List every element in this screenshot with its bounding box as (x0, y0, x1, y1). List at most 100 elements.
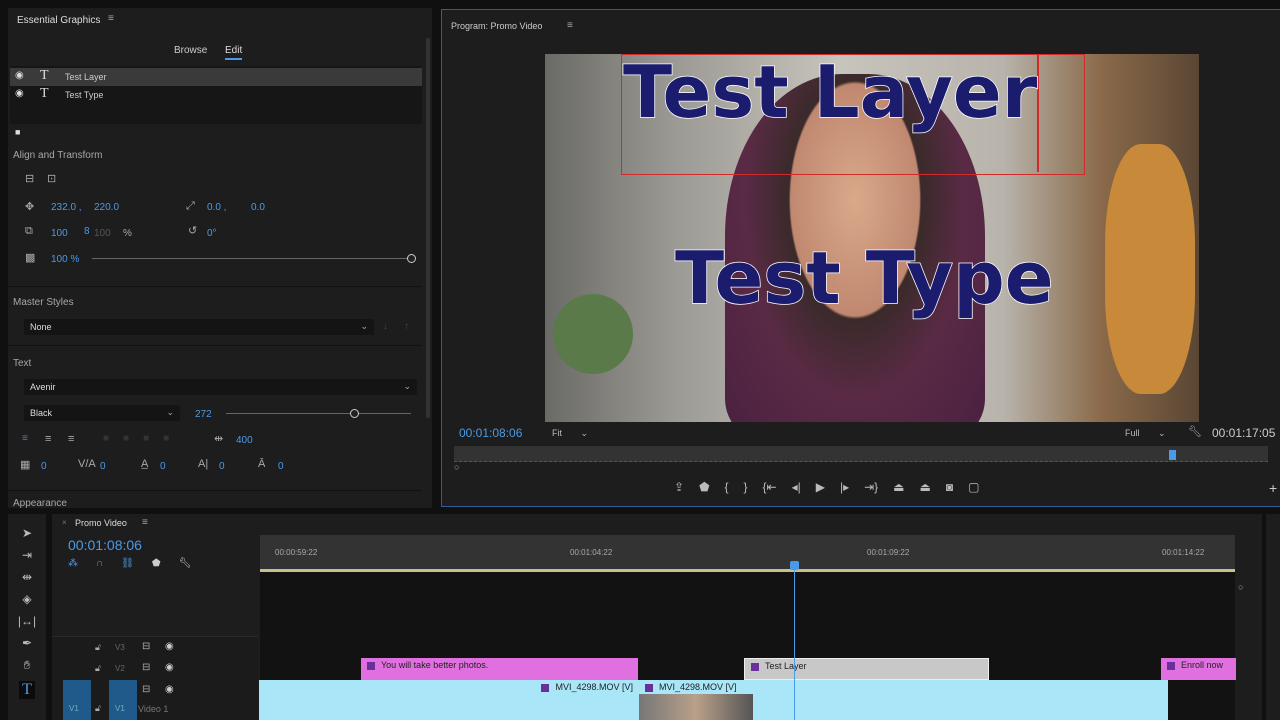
link-icon[interactable]: 8 (84, 226, 90, 237)
panel-menu-icon[interactable]: ≡ (142, 517, 148, 528)
track-target-v1[interactable]: V1 (109, 680, 137, 720)
position-y[interactable]: 220.0 (94, 202, 119, 213)
push-style-icon[interactable]: ↓ (383, 321, 388, 332)
razor-tool-icon[interactable]: ◈ (22, 592, 31, 606)
layer-row[interactable]: ◉ T Test Layer (10, 68, 422, 86)
wrench-icon[interactable]: 🔧︎ (1188, 425, 1202, 438)
font-size-value[interactable]: 272 (195, 409, 212, 420)
lift-icon[interactable]: ⏏ (893, 480, 904, 494)
sync-lock-icon[interactable]: ⊟ (142, 641, 150, 652)
tab-edit[interactable]: Edit (225, 45, 243, 60)
snap-icon[interactable]: ∩ (96, 558, 103, 569)
master-styles-dropdown[interactable]: None ⌄ (24, 319, 374, 335)
sequence-tab[interactable]: Promo Video (75, 518, 127, 528)
panel-menu-icon[interactable]: ≡ (108, 13, 114, 24)
font-size-slider[interactable] (226, 413, 411, 414)
nest-icon[interactable]: ⁂ (68, 558, 78, 569)
mark-out-icon[interactable]: } (744, 480, 748, 494)
font-style-dropdown[interactable]: Black ⌄ (24, 405, 180, 421)
eye-icon[interactable]: ◉ (165, 684, 174, 695)
scroll-knob-icon[interactable]: ○ (1238, 582, 1243, 592)
rotation-value[interactable]: 0° (207, 228, 217, 239)
leading-value[interactable]: 0 (100, 461, 106, 472)
opacity-slider[interactable] (92, 258, 412, 259)
tab-browse[interactable]: Browse (174, 45, 207, 56)
clip-graphic[interactable]: You will take better photos. (361, 658, 638, 680)
marker-icon[interactable]: ⬟ (699, 480, 709, 494)
scale-value[interactable]: 100 (51, 228, 68, 239)
caps-value[interactable]: 0 (278, 461, 284, 472)
source-patch-v1[interactable]: V1 (63, 680, 91, 720)
camera-icon[interactable]: ◙ (946, 480, 953, 494)
tsume-value[interactable]: 0 (219, 461, 225, 472)
clip-video[interactable]: MVI_4298.MOV [V] (639, 680, 1168, 720)
pen-tool-icon[interactable]: ✒ (22, 636, 32, 650)
kerning-value[interactable]: 0 (41, 461, 47, 472)
add-button-icon[interactable]: + (1269, 480, 1277, 496)
panel-title[interactable]: Program: Promo Video (451, 21, 542, 31)
anchor-y[interactable]: 0.0 (251, 202, 265, 213)
font-dropdown[interactable]: Avenir ⌄ (24, 379, 417, 395)
close-icon[interactable]: × (62, 518, 67, 527)
clip-graphic[interactable]: Enroll now (1161, 658, 1236, 680)
mark-in-icon[interactable]: { (725, 480, 729, 494)
new-layer-icon[interactable]: ■ (15, 127, 20, 137)
export-icon[interactable]: ⇪ (674, 480, 684, 494)
type-tool-icon[interactable]: T (19, 681, 35, 699)
panel-scrollbar[interactable] (426, 38, 430, 418)
scale-linked-value[interactable]: 100 (94, 228, 111, 239)
tracking-value[interactable]: 400 (236, 435, 253, 446)
add-marker-icon[interactable]: ⬟ (152, 558, 161, 569)
track-select-tool-icon[interactable]: ⇥ (22, 548, 32, 562)
clip-video[interactable]: MVI_4298.MOV [V] (259, 680, 639, 720)
monitor-playhead[interactable] (1169, 450, 1176, 460)
lock-icon[interactable]: 🔓︎ (95, 703, 101, 714)
align-left-icon[interactable]: ≡ (22, 433, 28, 444)
overlay-text-test-layer[interactable]: Test Layer (622, 54, 1038, 135)
wrench-icon[interactable]: 🔧︎ (179, 558, 192, 569)
panel-title[interactable]: Essential Graphics (17, 15, 100, 26)
sync-style-icon[interactable]: ↑ (404, 321, 409, 332)
font-size-slider-knob[interactable] (350, 409, 359, 418)
align-vertical-icon[interactable]: ⊟ (25, 172, 34, 185)
ripple-edit-tool-icon[interactable]: ⇹ (22, 570, 32, 584)
time-ruler[interactable]: 00:00:59:22 00:01:04:22 00:01:09:22 00:0… (260, 535, 1235, 572)
sync-lock-icon[interactable]: ⊟ (142, 684, 150, 695)
slip-tool-icon[interactable]: |↔| (18, 614, 36, 628)
anchor-x[interactable]: 0.0 , (207, 202, 226, 213)
timeline-playhead-head[interactable] (790, 561, 799, 570)
extract-icon[interactable]: ⏏ (920, 480, 931, 494)
resolution-dropdown[interactable]: Full ⌄ (1125, 428, 1166, 439)
hand-tool-icon[interactable]: ✋︎ (24, 658, 31, 673)
justify-icons[interactable]: ■■■■ (103, 433, 183, 444)
overlay-text-test-type[interactable]: Test Type (674, 235, 1054, 321)
clip-graphic-selected[interactable]: Test Layer (744, 658, 989, 680)
go-to-out-icon[interactable]: ⇥} (864, 480, 878, 494)
timeline-playhead-line[interactable] (794, 570, 795, 720)
eye-icon[interactable]: ◉ (15, 70, 24, 81)
eye-icon[interactable]: ◉ (15, 88, 24, 99)
eye-icon[interactable]: ◉ (165, 641, 174, 652)
align-center-icon[interactable]: ≡ (45, 433, 51, 445)
video-frame[interactable]: Test Layer Test Type (545, 54, 1199, 422)
layer-row[interactable]: ◉ T Test Type (10, 86, 422, 104)
baseline-value[interactable]: 0 (160, 461, 166, 472)
opacity-value[interactable]: 100 % (51, 254, 79, 265)
go-to-in-icon[interactable]: {⇤ (763, 480, 777, 494)
step-forward-icon[interactable]: |▸ (840, 480, 849, 494)
lock-icon[interactable]: 🔓︎ (95, 642, 101, 653)
align-right-icon[interactable]: ≡ (68, 433, 74, 445)
linked-selection-icon[interactable]: ⛓︎ (121, 558, 134, 569)
opacity-slider-knob[interactable] (407, 254, 416, 263)
play-icon[interactable]: ▶ (816, 480, 825, 494)
position-x[interactable]: 232.0 , (51, 202, 82, 213)
selection-tool-icon[interactable]: ➤ (22, 526, 32, 540)
monitor-scrubber[interactable] (454, 446, 1268, 462)
eye-icon[interactable]: ◉ (165, 662, 174, 673)
lock-icon[interactable]: 🔓︎ (95, 663, 101, 674)
current-timecode[interactable]: 00:01:08:06 (459, 426, 522, 440)
timeline-timecode[interactable]: 00:01:08:06 (68, 537, 142, 553)
align-horizontal-icon[interactable]: ⊡ (47, 172, 56, 185)
panel-menu-icon[interactable]: ≡ (567, 20, 573, 31)
step-back-icon[interactable]: ◂| (792, 480, 801, 494)
